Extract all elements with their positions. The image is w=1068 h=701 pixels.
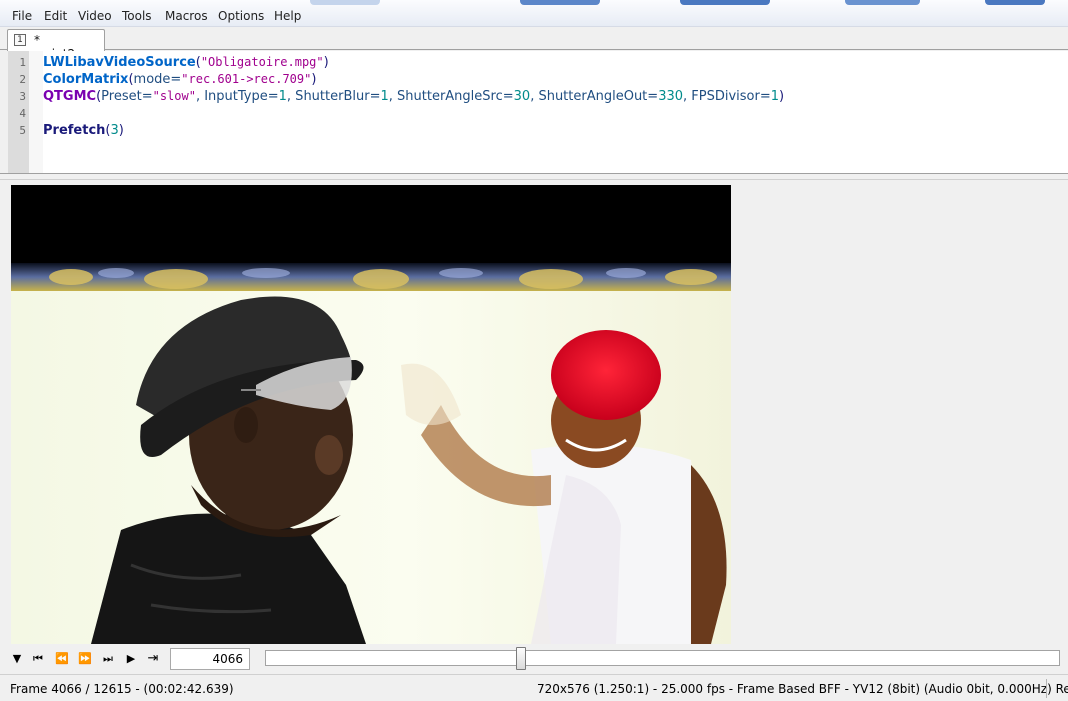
- code-token: , FPSDivisor=: [683, 89, 771, 104]
- code-token: , ShutterAngleSrc=: [388, 89, 514, 104]
- menu-file[interactable]: File: [9, 9, 35, 23]
- code-line[interactable]: Prefetch(3): [43, 122, 124, 139]
- video-info-status: 720x576 (1.250:1) - 25.000 fps - Frame B…: [537, 682, 1068, 696]
- last-frame-icon[interactable]: ⏭: [100, 651, 116, 667]
- play-icon[interactable]: ▶: [123, 651, 139, 667]
- code-line[interactable]: LWLibavVideoSource("Obligatoire.mpg"): [43, 54, 329, 71]
- step-back-icon[interactable]: ⏪: [54, 651, 70, 667]
- code-token: 330: [658, 89, 684, 104]
- status-divider: [1046, 679, 1047, 698]
- first-frame-icon[interactable]: ⏮: [30, 651, 46, 667]
- trim-icon[interactable]: ⇥: [145, 651, 161, 667]
- menu-edit[interactable]: Edit: [41, 9, 70, 23]
- code-token: LWLibavVideoSource: [43, 55, 196, 70]
- code-line[interactable]: QTGMC(Preset="slow", InputType=1, Shutte…: [43, 88, 784, 105]
- video-preview-area: [0, 180, 1068, 645]
- menu-help[interactable]: Help: [271, 9, 304, 23]
- step-forward-icon[interactable]: ⏩: [77, 651, 93, 667]
- status-bar: Frame 4066 / 12615 - (00:02:42.639) 720x…: [0, 674, 1068, 701]
- line-number: 1: [19, 56, 26, 69]
- menu-macros[interactable]: Macros: [162, 9, 211, 23]
- menu-bar: File Edit Video Tools Macros Options Hel…: [0, 0, 1068, 27]
- seek-thumb[interactable]: [516, 647, 526, 670]
- code-token: Preset=: [101, 89, 153, 104]
- fold-margin: [29, 51, 43, 173]
- code-token: ): [311, 72, 317, 87]
- code-token: "Obligatoire.mpg": [200, 55, 324, 69]
- tab-strip: 1 * script2.avs: [0, 27, 1068, 61]
- code-token: , ShutterBlur=: [286, 89, 381, 104]
- code-line[interactable]: ColorMatrix(mode="rec.601->rec.709"): [43, 71, 316, 88]
- code-token: 1: [770, 89, 780, 104]
- line-number: 5: [19, 124, 26, 137]
- frame-position-status: Frame 4066 / 12615 - (00:02:42.639): [10, 682, 234, 696]
- menu-video[interactable]: Video: [75, 9, 115, 23]
- playback-controls: ▼ ⏮ ⏪ ⏩ ⏭ ▶ ⇥ 4066: [0, 645, 1068, 672]
- code-token: mode=: [133, 72, 182, 87]
- code-token: , ShutterAngleOut=: [530, 89, 659, 104]
- frame-number-input[interactable]: 4066: [170, 648, 250, 670]
- code-token: ColorMatrix: [43, 72, 129, 87]
- code-token: 1: [278, 89, 287, 104]
- line-number: 3: [19, 90, 26, 103]
- editor-splitter[interactable]: [0, 173, 1068, 180]
- menu-options[interactable]: Options: [215, 9, 267, 23]
- code-token: "slow": [152, 89, 196, 103]
- script-editor[interactable]: 1 LWLibavVideoSource("Obligatoire.mpg") 2 C…: [8, 51, 1068, 173]
- code-token: 3: [110, 123, 119, 138]
- menu-triangle-icon[interactable]: ▼: [9, 651, 25, 667]
- code-token: ): [779, 89, 785, 104]
- line-number: 2: [19, 73, 26, 86]
- code-token: Prefetch: [43, 123, 106, 138]
- line-number: 4: [19, 107, 26, 120]
- code-token: ): [323, 55, 329, 70]
- tab-script2[interactable]: 1 * script2.avs: [7, 29, 105, 61]
- code-token: QTGMC: [43, 89, 97, 104]
- code-token: "rec.601->rec.709": [181, 72, 312, 86]
- video-frame: [11, 185, 731, 644]
- code-token: 30: [513, 89, 531, 104]
- document-1-icon: 1: [14, 34, 26, 46]
- seek-bar[interactable]: [265, 650, 1060, 666]
- code-token: 1: [380, 89, 389, 104]
- code-token: ): [118, 123, 124, 138]
- code-token: , InputType=: [195, 89, 279, 104]
- menu-tools[interactable]: Tools: [119, 9, 155, 23]
